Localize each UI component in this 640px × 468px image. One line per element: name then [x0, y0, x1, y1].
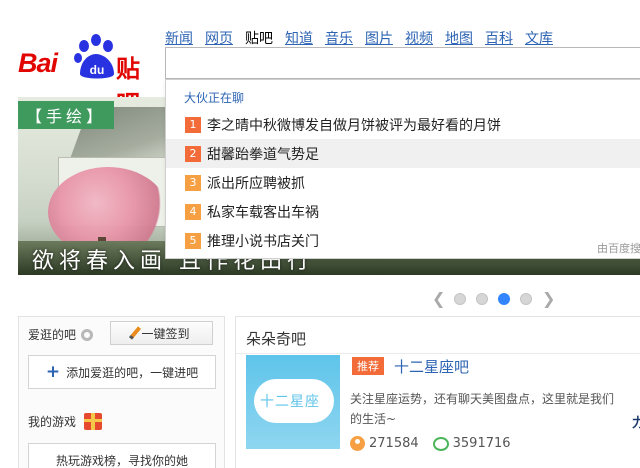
- post-count-value: 3591716: [452, 436, 511, 451]
- nav-link-web[interactable]: 网页: [205, 28, 233, 48]
- my-games-header: 我的游戏: [28, 413, 103, 430]
- favorites-title: 爱逛的吧: [28, 328, 77, 342]
- my-games-title: 我的游戏: [28, 415, 77, 429]
- rank-badge: 1: [185, 116, 201, 133]
- bar-thumbnail[interactable]: 十二星座: [246, 355, 340, 449]
- suggestion-source-note: 由百度搜: [597, 242, 640, 255]
- suggestion-item[interactable]: 3 派出所应聘被抓: [166, 168, 640, 197]
- chat-bubble-icon: [432, 436, 449, 451]
- suggestion-text: 派出所应聘被抓: [207, 175, 305, 192]
- banner-category-tag: 【手绘】: [18, 101, 115, 129]
- thumbnail-text: 十二星座: [260, 394, 320, 410]
- suggestion-item[interactable]: 5 推理小说书店关门: [166, 226, 640, 255]
- suggestion-item[interactable]: 1 李之晴中秋微博发自做月饼被评为最好看的月饼: [166, 110, 640, 139]
- plus-icon: +: [45, 362, 61, 382]
- hot-games-ranking-button[interactable]: 热玩游戏榜，寻找你的她: [28, 443, 216, 468]
- nav-link-baike[interactable]: 百科: [485, 28, 513, 48]
- carousel-prev-icon[interactable]: ❮: [432, 289, 445, 308]
- panel-title: 朵朵奇吧: [246, 330, 307, 348]
- gear-icon[interactable]: [81, 328, 94, 341]
- carousel-dot[interactable]: [520, 292, 532, 305]
- suggestion-text: 甜馨跆拳道气势足: [207, 146, 319, 163]
- recommended-badge: 推荐: [352, 357, 384, 375]
- suggestion-text: 私家车载客出车祸: [207, 204, 319, 221]
- bar-name-link[interactable]: 十二星座吧: [394, 356, 469, 377]
- nav-link-video[interactable]: 视频: [405, 28, 433, 48]
- carousel-next-icon[interactable]: ❯: [542, 289, 555, 308]
- favorites-panel: 爱逛的吧 一键签到 + 添加爱逛的吧，一键进吧 我的游戏 热玩游戏榜，寻找你的她: [18, 316, 225, 468]
- suggestion-text: 推理小说书店关门: [207, 233, 319, 250]
- member-count-value: 271584: [369, 436, 419, 451]
- nav-link-tieba[interactable]: 贴吧: [245, 28, 273, 48]
- rank-badge: 3: [185, 174, 201, 191]
- favorites-header: 爱逛的吧: [28, 326, 94, 343]
- nav-link-maps[interactable]: 地图: [445, 28, 473, 48]
- bar-stats: 271584 3591716: [350, 436, 511, 451]
- logo-bai-text: Bai: [18, 48, 58, 78]
- pencil-icon: [129, 326, 142, 340]
- nav-link-news[interactable]: 新闻: [165, 28, 193, 48]
- nav-link-wenku[interactable]: 文库: [525, 28, 553, 48]
- top-navigation: 新闻 网页 贴吧 知道 音乐 图片 视频 地图 百科 文库: [165, 28, 553, 48]
- banner-carousel-controls: ❮ ❯: [432, 289, 555, 308]
- user-icon: [350, 436, 365, 451]
- gift-icon[interactable]: [84, 413, 103, 430]
- suggestion-heading: 大伙正在聊: [184, 91, 245, 105]
- rank-badge: 4: [185, 203, 201, 220]
- recommended-bars-panel: 朵朵奇吧 十二星座 推荐 十二星座吧 关注星座运势，还有聊天美图盘点，这里就是我…: [235, 316, 640, 468]
- add-favorite-bar-button[interactable]: + 添加爱逛的吧，一键进吧: [28, 355, 216, 389]
- carousel-dot[interactable]: [454, 292, 466, 305]
- nav-link-images[interactable]: 图片: [365, 28, 393, 48]
- bar-description: 关注星座运势，还有聊天美图盘点，这里就是我们的生活~: [350, 392, 615, 426]
- add-favorite-label: 添加爱逛的吧，一键进吧: [66, 365, 199, 380]
- logo-du-text: du: [90, 63, 105, 77]
- rank-badge: 2: [185, 145, 201, 162]
- carousel-dot-active[interactable]: [498, 292, 510, 305]
- suggestion-item[interactable]: 4 私家车载客出车祸: [166, 197, 640, 226]
- nav-link-music[interactable]: 音乐: [325, 28, 353, 48]
- member-count: 271584: [350, 436, 419, 451]
- suggestion-list: 1 李之晴中秋微博发自做月饼被评为最好看的月饼 2 甜馨跆拳道气势足 3 派出所…: [166, 110, 640, 255]
- partner-logo-fragment: 力: [632, 416, 640, 431]
- search-suggestion-dropdown: 大伙正在聊 1 李之晴中秋微博发自做月饼被评为最好看的月饼 2 甜馨跆拳道气势足…: [165, 79, 640, 259]
- baidu-tieba-logo[interactable]: Bai du 贴吧: [18, 34, 156, 118]
- search-input[interactable]: [165, 47, 640, 79]
- suggestion-item[interactable]: 2 甜馨跆拳道气势足: [166, 139, 640, 168]
- rank-badge: 5: [185, 232, 201, 249]
- post-count: 3591716: [432, 436, 511, 451]
- one-click-sign-in-button[interactable]: 一键签到: [110, 321, 213, 345]
- nav-link-zhidao[interactable]: 知道: [285, 28, 313, 48]
- carousel-dot[interactable]: [476, 292, 488, 305]
- sign-in-label: 一键签到: [141, 326, 190, 341]
- panel-divider: [236, 353, 640, 354]
- suggestion-text: 李之晴中秋微博发自做月饼被评为最好看的月饼: [207, 117, 501, 134]
